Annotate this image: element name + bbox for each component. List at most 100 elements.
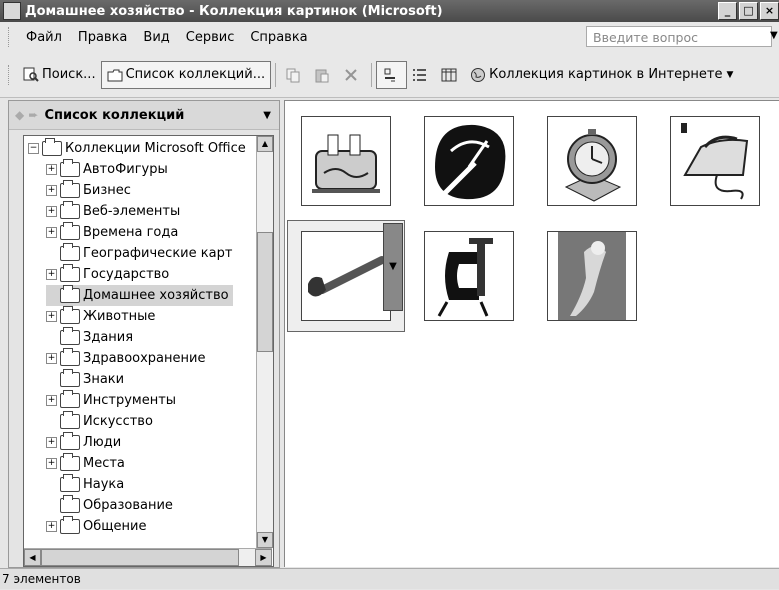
- folder-icon: [60, 495, 80, 513]
- scroll-up-icon[interactable]: ▲: [257, 136, 273, 152]
- online-clipart-label: Коллекция картинок в Интернете: [489, 67, 723, 82]
- expand-icon[interactable]: +: [46, 206, 57, 217]
- expand-icon[interactable]: +: [46, 311, 57, 322]
- tree-item[interactable]: Наука: [46, 474, 128, 495]
- tree-item[interactable]: Искусство: [46, 411, 157, 432]
- menubar-grip[interactable]: [8, 27, 12, 47]
- scroll-down-icon[interactable]: ▼: [257, 532, 273, 548]
- folder-icon: [60, 222, 80, 240]
- tree-item[interactable]: + Места: [46, 453, 129, 474]
- tree-item[interactable]: Географические карт: [46, 243, 236, 264]
- clip-thumbnail[interactable]: [424, 116, 514, 206]
- tree-item[interactable]: + Бизнес: [46, 180, 135, 201]
- tree-item-selected[interactable]: Домашнее хозяйство: [46, 285, 233, 306]
- expand-icon[interactable]: +: [46, 395, 57, 406]
- folder-icon: [60, 180, 80, 198]
- tree-item[interactable]: + АвтоФигуры: [46, 159, 172, 180]
- tree-item[interactable]: Образование: [46, 495, 177, 516]
- tree-item[interactable]: + Инструменты: [46, 390, 180, 411]
- clip-gallery: ▼: [284, 100, 779, 567]
- tree-horizontal-scrollbar[interactable]: ◀ ▶: [24, 548, 272, 566]
- expand-icon[interactable]: +: [46, 353, 57, 364]
- title-bar: Домашнее хозяйство - Коллекция картинок …: [0, 0, 779, 22]
- expand-icon[interactable]: +: [46, 437, 57, 448]
- toolbar-separator: [275, 62, 277, 87]
- question-input[interactable]: Введите вопрос: [586, 26, 772, 47]
- tree-item-label: Животные: [83, 309, 156, 324]
- collection-tree[interactable]: − Коллекции Microsoft Office + АвтоФигуры + Б…: [23, 135, 274, 567]
- tree-item[interactable]: + Государство: [46, 264, 173, 285]
- list-view-button[interactable]: [407, 62, 436, 88]
- folder-icon: [60, 474, 80, 492]
- tree-item[interactable]: Здания: [46, 327, 137, 348]
- minimize-button[interactable]: _: [718, 2, 737, 20]
- expand-icon[interactable]: +: [46, 185, 57, 196]
- close-button[interactable]: ×: [760, 2, 779, 20]
- online-clipart-button[interactable]: Коллекция картинок в Интернете ▼: [465, 62, 738, 88]
- clip-options-dropdown[interactable]: ▼: [383, 223, 403, 311]
- tree-item-label: Искусство: [83, 414, 153, 429]
- details-icon: [441, 68, 457, 81]
- paste-button[interactable]: [309, 62, 338, 88]
- tree-item-label: Инструменты: [83, 393, 177, 408]
- figure-icon: [558, 232, 626, 320]
- folder-icon: [60, 201, 80, 219]
- details-view-button[interactable]: [436, 62, 465, 88]
- folder-icon: [60, 243, 80, 261]
- tree-item[interactable]: + Времена года: [46, 222, 182, 243]
- scroll-left-icon[interactable]: ◀: [24, 549, 41, 566]
- scrollbar-thumb[interactable]: [257, 232, 273, 352]
- tree-item[interactable]: + Люди: [46, 432, 125, 453]
- folder-icon: [60, 516, 80, 534]
- folder-icon: [60, 411, 80, 429]
- clip-thumbnail[interactable]: [547, 116, 637, 206]
- toolbar-options-icon[interactable]: ▼: [726, 70, 733, 80]
- menu-file[interactable]: Файл: [18, 30, 70, 45]
- clip-thumbnail[interactable]: [670, 116, 760, 206]
- menu-view[interactable]: Вид: [135, 30, 177, 45]
- toolbar-grip[interactable]: [8, 64, 12, 85]
- clip-thumbnail[interactable]: [301, 116, 391, 206]
- expand-icon[interactable]: +: [46, 269, 57, 280]
- thumbnails-view-button[interactable]: [376, 60, 408, 89]
- app-icon: [3, 2, 21, 20]
- expand-icon[interactable]: +: [46, 227, 57, 238]
- question-dropdown-icon[interactable]: ▼: [770, 30, 778, 41]
- scrollbar-thumb[interactable]: [41, 549, 239, 566]
- menu-help[interactable]: Справка: [242, 30, 315, 45]
- status-bar: 7 элементов: [0, 568, 779, 589]
- expand-icon[interactable]: +: [46, 164, 57, 175]
- collection-list-pane: ◆ ➨ Список коллекций ▼ − Коллекции Micros…: [8, 100, 280, 568]
- meter-icon: [425, 117, 513, 205]
- copy-button[interactable]: [280, 62, 309, 88]
- menu-edit[interactable]: Правка: [70, 30, 135, 45]
- tree-vertical-scrollbar[interactable]: ▲ ▼: [256, 136, 273, 548]
- tree-item-label: Наука: [83, 477, 125, 492]
- collapse-icon[interactable]: −: [28, 143, 39, 154]
- expand-icon[interactable]: +: [46, 458, 57, 469]
- pane-dropdown-icon[interactable]: ▼: [263, 110, 271, 121]
- tree-item[interactable]: − Коллекции Microsoft Office: [28, 138, 250, 159]
- tree-item-label: Времена года: [83, 225, 179, 240]
- tree-item-label: Государство: [83, 267, 170, 282]
- tree-item[interactable]: + Веб-элементы: [46, 201, 184, 222]
- clock-icon: [564, 129, 622, 202]
- maximize-button[interactable]: □: [739, 2, 758, 20]
- search-button[interactable]: Поиск...: [18, 62, 101, 88]
- tree-item[interactable]: Знаки: [46, 369, 128, 390]
- collections-list-button[interactable]: Список коллекций...: [100, 60, 272, 89]
- clip-thumbnail[interactable]: [547, 231, 637, 321]
- clip-thumbnail[interactable]: [424, 231, 514, 321]
- expand-icon[interactable]: +: [46, 521, 57, 532]
- menu-tools[interactable]: Сервис: [178, 30, 243, 45]
- tree-item[interactable]: + Животные: [46, 306, 159, 327]
- delete-button[interactable]: [338, 62, 367, 88]
- nav-arrows-icon[interactable]: ◆ ➨: [15, 108, 38, 122]
- folder-icon: [107, 69, 123, 81]
- tree-item[interactable]: + Общение: [46, 516, 150, 537]
- toolbar: Поиск... Список коллекций... Коллекция к…: [0, 52, 779, 98]
- tree-item[interactable]: + Здравоохранение: [46, 348, 209, 369]
- tree-item-label: Люди: [83, 435, 122, 450]
- clip-thumbnail[interactable]: [301, 231, 391, 321]
- scroll-right-icon[interactable]: ▶: [255, 549, 272, 566]
